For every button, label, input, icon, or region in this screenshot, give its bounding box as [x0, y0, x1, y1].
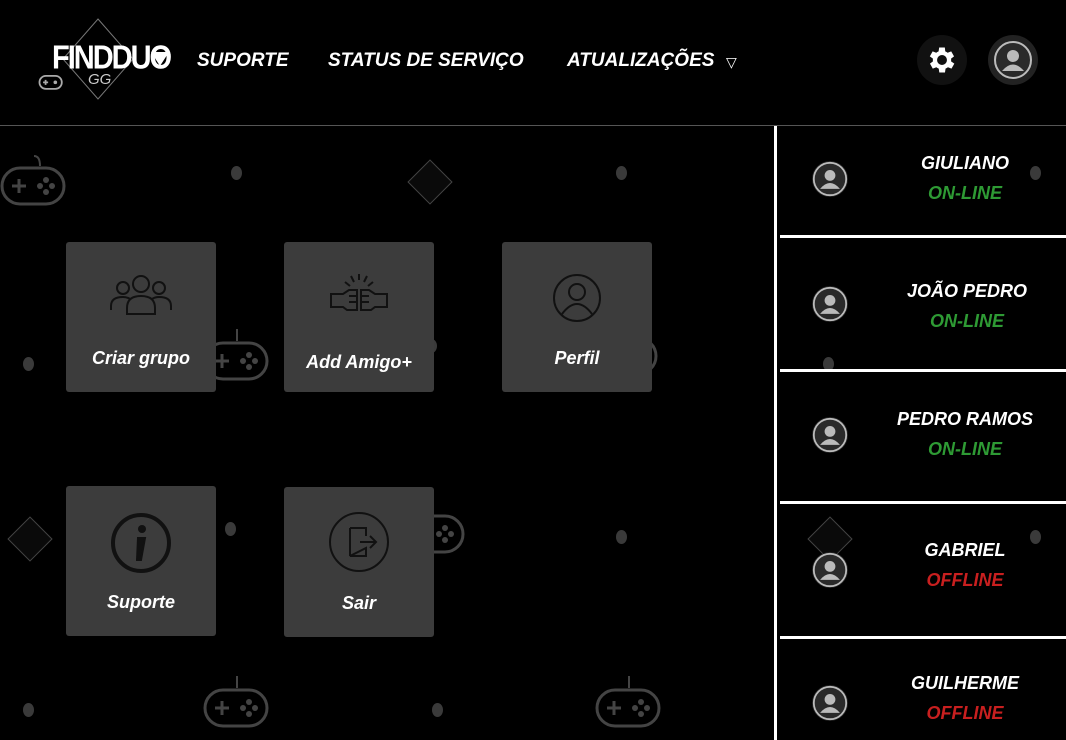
profile-tile-button[interactable]: Perfil	[502, 242, 652, 392]
info-icon	[66, 512, 216, 574]
decor-dot	[231, 166, 242, 180]
group-icon	[66, 272, 216, 316]
friend-status: OFFLINE	[926, 570, 1004, 590]
support-tile-button[interactable]: Suporte	[66, 486, 216, 636]
decor-dot	[225, 522, 236, 536]
profile-icon	[502, 272, 652, 324]
nav-updates[interactable]: ATUALIZAÇÕES	[567, 50, 714, 72]
logo[interactable]: FINDDUO GG	[38, 18, 172, 100]
avatar	[812, 552, 848, 588]
fist-bump-icon	[284, 272, 434, 318]
friend-name: GABRIEL	[924, 540, 1006, 560]
friend-status: ON-LINE	[928, 439, 1002, 459]
friend-status: ON-LINE	[928, 183, 1002, 203]
friend-item[interactable]: GIULIANO ON-LINE	[780, 126, 1066, 234]
add-friend-label: Add Amigo+	[306, 352, 412, 372]
friend-name: GIULIANO	[921, 153, 1009, 173]
logo-menu-caret[interactable]	[151, 52, 169, 66]
friend-item[interactable]: GABRIEL OFFLINE	[780, 504, 1066, 636]
gamepad-icon	[0, 155, 66, 206]
friend-item[interactable]: GUILHERME OFFLINE	[780, 639, 1066, 740]
profile-button[interactable]	[988, 35, 1038, 85]
decor-dot	[616, 166, 627, 180]
avatar	[812, 685, 848, 721]
profile-label: Perfil	[554, 348, 600, 368]
friend-status: ON-LINE	[930, 311, 1004, 331]
decor-dot	[616, 530, 627, 544]
updates-dropdown-icon[interactable]: ▽	[726, 54, 737, 71]
friend-item[interactable]: JOÃO PEDRO ON-LINE	[780, 238, 1066, 369]
create-group-button[interactable]: Criar grupo	[66, 242, 216, 392]
logout-label: Sair	[341, 593, 377, 613]
top-navbar: FINDDUO GG SUPORTE STATUS DE SERVIÇO ATU…	[0, 0, 1066, 126]
friend-name: GUILHERME	[911, 673, 1019, 693]
user-icon	[994, 41, 1032, 79]
gamepad-icon	[595, 676, 661, 728]
gear-icon	[929, 47, 955, 73]
friend-name: JOÃO PEDRO	[906, 281, 1028, 301]
nav-support[interactable]: SUPORTE	[197, 50, 289, 72]
settings-button[interactable]	[917, 35, 967, 85]
avatar	[812, 286, 848, 322]
friend-item[interactable]: PEDRO RAMOS ON-LINE	[780, 372, 1066, 500]
decor-dot	[23, 357, 34, 371]
gamepad-icon	[38, 74, 63, 90]
avatar	[812, 417, 848, 453]
friend-name: PEDRO RAMOS	[896, 409, 1033, 429]
friend-status: OFFLINE	[926, 703, 1004, 723]
decor-dot	[432, 703, 443, 717]
logout-button[interactable]: Sair	[284, 487, 434, 637]
logout-icon	[284, 511, 434, 573]
add-friend-button[interactable]: Add Amigo+	[284, 242, 434, 392]
support-label: Suporte	[106, 592, 175, 612]
nav-service-status[interactable]: STATUS DE SERVIÇO	[328, 50, 524, 72]
decor-diamond	[407, 159, 453, 205]
logo-subtext: GG	[88, 71, 112, 88]
decor-dot	[23, 703, 34, 717]
decor-diamond	[7, 516, 53, 562]
gamepad-icon	[203, 676, 269, 728]
avatar	[812, 161, 848, 197]
friends-panel: GIULIANO ON-LINE JOÃO PEDRO ON-LINE PEDR…	[774, 126, 1066, 740]
create-group-label: Criar grupo	[91, 348, 190, 368]
